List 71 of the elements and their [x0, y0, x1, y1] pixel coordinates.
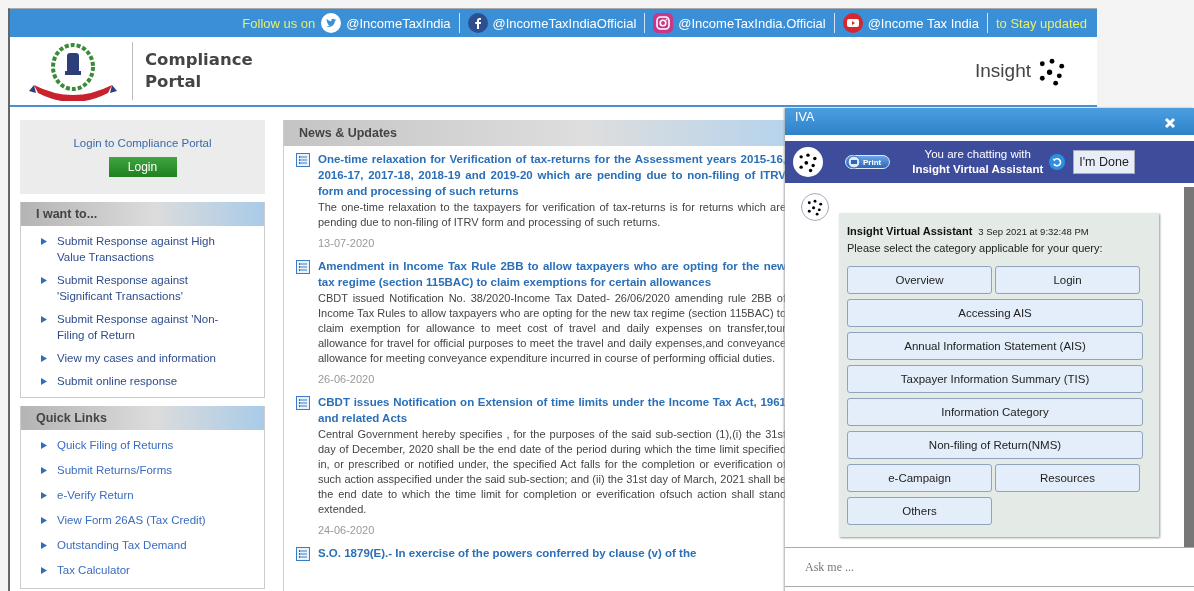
sidebar-link[interactable]: Quick Filing of Returns — [57, 437, 174, 453]
list-document-icon — [296, 153, 310, 167]
triangle-bullet-icon — [41, 238, 47, 245]
play-icon[interactable] — [842, 13, 863, 33]
chat-title: IVA — [795, 110, 815, 124]
chat-status: You are chatting with — [924, 147, 1031, 162]
news-heading: News & Updates — [284, 120, 786, 146]
triangle-bullet-icon — [41, 492, 47, 499]
sidebar-link[interactable]: Submit Response against 'Significant Transactions' — [57, 272, 229, 304]
triangle-bullet-icon — [41, 378, 47, 385]
camera-icon[interactable] — [653, 13, 674, 33]
message-text: Please select the category applicable for your query: — [847, 242, 1104, 254]
refresh-icon[interactable] — [1049, 154, 1066, 170]
option-button[interactable]: Overview — [847, 266, 992, 294]
message-input[interactable]: Ask me ... — [805, 552, 1165, 582]
portal-title: Compliance Portal — [145, 49, 254, 93]
print-button[interactable]: Print — [845, 155, 891, 169]
news-date: 26-06-2020 — [318, 373, 376, 385]
news-date: 24-06-2020 — [318, 524, 376, 536]
facebook-icon[interactable] — [467, 13, 488, 33]
assistant-avatar-icon — [805, 197, 825, 217]
option-button[interactable]: Resources — [995, 464, 1140, 492]
scrollbar[interactable] — [1184, 187, 1194, 547]
triangle-bullet-icon — [41, 467, 47, 474]
triangle-bullet-icon — [41, 442, 47, 449]
done-button[interactable]: I'm Done — [1073, 150, 1135, 174]
assistant-name: Insight Virtual Assistant — [912, 162, 1044, 177]
option-button[interactable]: Non-filing of Return(NMS) — [847, 431, 1143, 459]
option-button[interactable]: Others — [847, 497, 992, 525]
triangle-bullet-icon — [41, 316, 47, 323]
news-date: 13-07-2020 — [318, 237, 376, 249]
sidebar-link[interactable]: Tax Calculator — [57, 562, 130, 578]
option-button[interactable]: Information Category — [847, 398, 1143, 426]
news-title-link[interactable]: S.O. 1879(E).- In exercise of the powers conferred by clause (v) of the — [318, 545, 786, 561]
list-document-icon — [296, 396, 310, 410]
triangle-bullet-icon — [41, 277, 47, 284]
news-title-link[interactable]: Amendment in Income Tax Rule 2BB to allow taxpayers who are opting for the new tax regime (section 115BAC) to claim exemptions for certain allowances — [318, 258, 786, 290]
news-title-link[interactable]: One-time relaxation for Verification of tax-returns for the Assessment years 2015-16, 2016-17, 2017-18, 2018-19 and 2019-20 which are pending due to non-filing of ITRV form and processing of such returns — [318, 151, 786, 199]
sidebar-link[interactable]: View my cases and information — [57, 350, 216, 366]
sidebar-link[interactable]: View Form 26AS (Tax Credit) — [57, 512, 206, 528]
option-button[interactable]: e-Campaign — [847, 464, 992, 492]
brand-name: Insight — [975, 60, 1031, 82]
sidebar-link[interactable]: e-Verify Return — [57, 487, 134, 503]
sidebar-link[interactable]: Outstanding Tax Demand — [57, 537, 187, 553]
option-button[interactable]: Accessing AIS — [847, 299, 1143, 327]
panel-heading: Quick Links — [21, 406, 264, 430]
sidebar-link[interactable]: Submit Response against High Value Transactions — [57, 233, 229, 265]
option-button[interactable]: Annual Information Statement (AIS) — [847, 332, 1143, 360]
panel-heading: I want to... — [21, 202, 264, 226]
sidebar-link[interactable]: Submit Response against 'Non-Filing of Return — [57, 311, 229, 343]
sender-name: Insight Virtual Assistant — [847, 225, 973, 237]
login-prompt: Login to Compliance Portal — [73, 137, 212, 149]
triangle-bullet-icon — [41, 542, 47, 549]
login-button[interactable]: Login — [108, 157, 177, 177]
message-time: 3 Sep 2021 at 9:32:48 PM — [978, 226, 1089, 237]
bird-icon[interactable] — [321, 13, 342, 33]
sidebar-link[interactable]: Submit online response — [57, 373, 178, 389]
follow-label: Follow us on — [242, 15, 316, 31]
list-document-icon — [296, 547, 310, 561]
triangle-bullet-icon — [41, 567, 47, 574]
triangle-bullet-icon — [41, 355, 47, 362]
option-button[interactable]: Login — [995, 266, 1140, 294]
close-icon[interactable] — [1164, 117, 1176, 129]
triangle-bullet-icon — [41, 517, 47, 524]
option-button[interactable]: Taxpayer Information Summary (TIS) — [847, 365, 1143, 393]
sidebar-link[interactable]: Submit Returns/Forms — [57, 462, 173, 478]
printer-icon — [847, 155, 861, 169]
stay-updated-label: to Stay updated — [995, 15, 1087, 31]
news-summary: The one-time relaxation to the taxpayers for verification of tax-returns is for returns which are pending due to non-filing of ITRV form and processing of such returns. — [318, 200, 786, 230]
news-title-link[interactable]: CBDT issues Notification on Extension of time limits under the Income Tax Act, 1961 and related Acts — [318, 394, 786, 426]
list-document-icon — [296, 260, 310, 274]
